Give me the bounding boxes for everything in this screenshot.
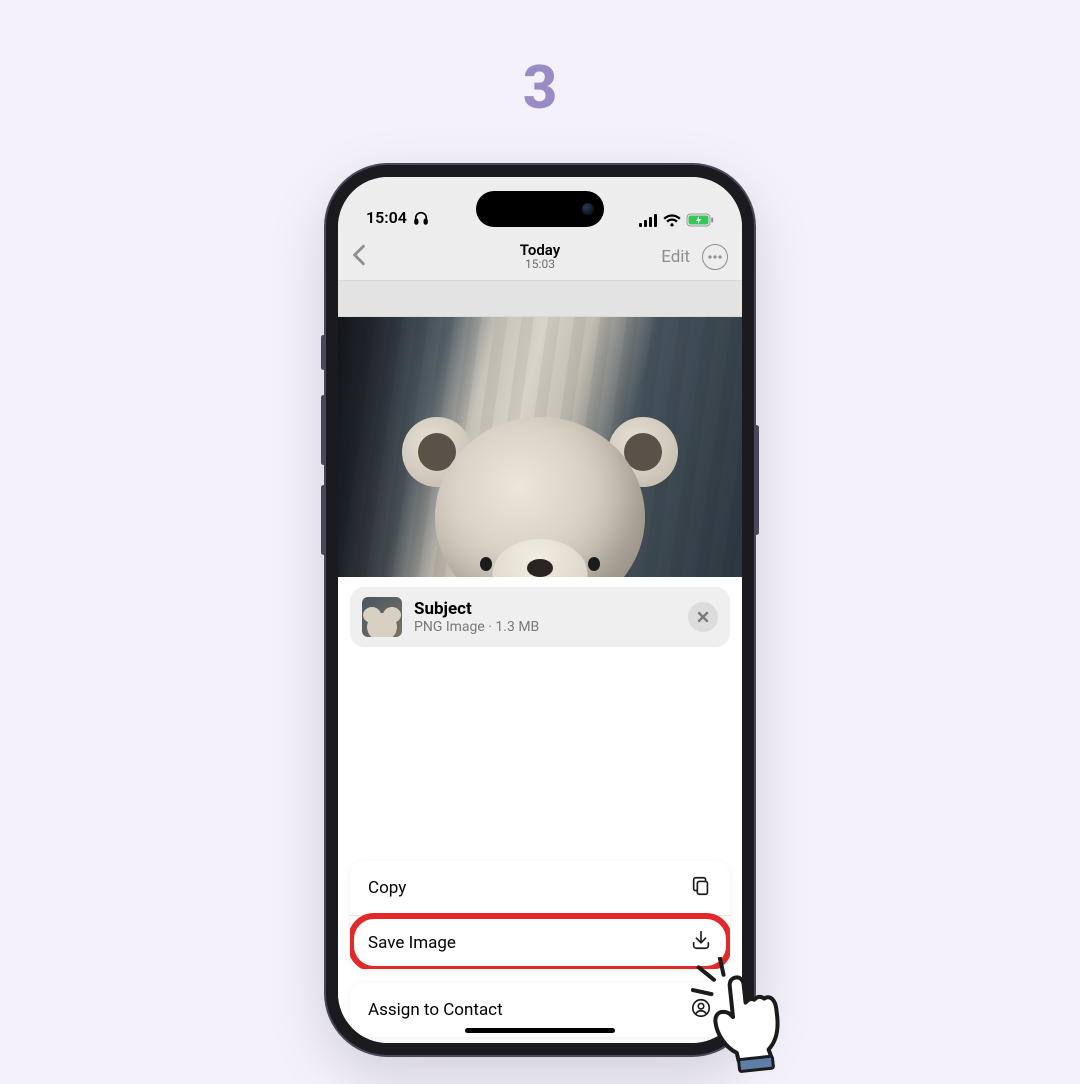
status-time: 15:04	[366, 208, 407, 227]
edit-button[interactable]: Edit	[661, 247, 690, 267]
step-number-label: 3	[523, 52, 558, 123]
share-sheet: Subject PNG Image · 1.3 MB Copy	[338, 577, 742, 1043]
nav-title-subtitle: 15:03	[520, 258, 560, 271]
headphones-icon	[413, 210, 429, 226]
assign-to-contact-label: Assign to Contact	[368, 1000, 503, 1020]
more-options-button[interactable]	[702, 244, 728, 270]
copy-icon	[690, 875, 712, 902]
phone-power-button	[754, 425, 759, 535]
share-thumbnail	[362, 597, 402, 637]
photo-preview[interactable]	[338, 317, 742, 577]
tap-indicator-hand-icon	[686, 948, 818, 1084]
home-indicator[interactable]	[465, 1028, 615, 1033]
battery-charging-icon	[686, 213, 714, 227]
photo-subject-bear	[410, 397, 670, 577]
close-share-button[interactable]	[688, 602, 718, 632]
copy-action-label: Copy	[368, 878, 406, 898]
nav-title-main: Today	[520, 242, 560, 259]
phone-frame: 15:04	[326, 165, 754, 1055]
share-actions-group-1: Copy Save Image	[350, 861, 730, 969]
cellular-signal-icon	[639, 214, 658, 227]
dynamic-island	[476, 191, 604, 227]
share-subject-title: Subject	[414, 599, 676, 619]
share-subject-card: Subject PNG Image · 1.3 MB	[350, 587, 730, 647]
back-button[interactable]	[352, 244, 366, 270]
download-icon	[690, 929, 712, 956]
phone-silence-switch	[321, 335, 326, 370]
phone-screen: 15:04	[338, 177, 742, 1043]
copy-action[interactable]: Copy	[350, 861, 730, 915]
share-subject-meta: PNG Image · 1.3 MB	[414, 619, 676, 635]
wifi-icon	[663, 214, 681, 227]
navigation-bar: Today 15:03 Edit	[338, 233, 742, 281]
save-image-action-label: Save Image	[368, 933, 456, 953]
nav-title: Today 15:03	[520, 242, 560, 272]
save-image-action[interactable]: Save Image	[350, 915, 730, 969]
toolbar-placeholder	[338, 281, 742, 317]
